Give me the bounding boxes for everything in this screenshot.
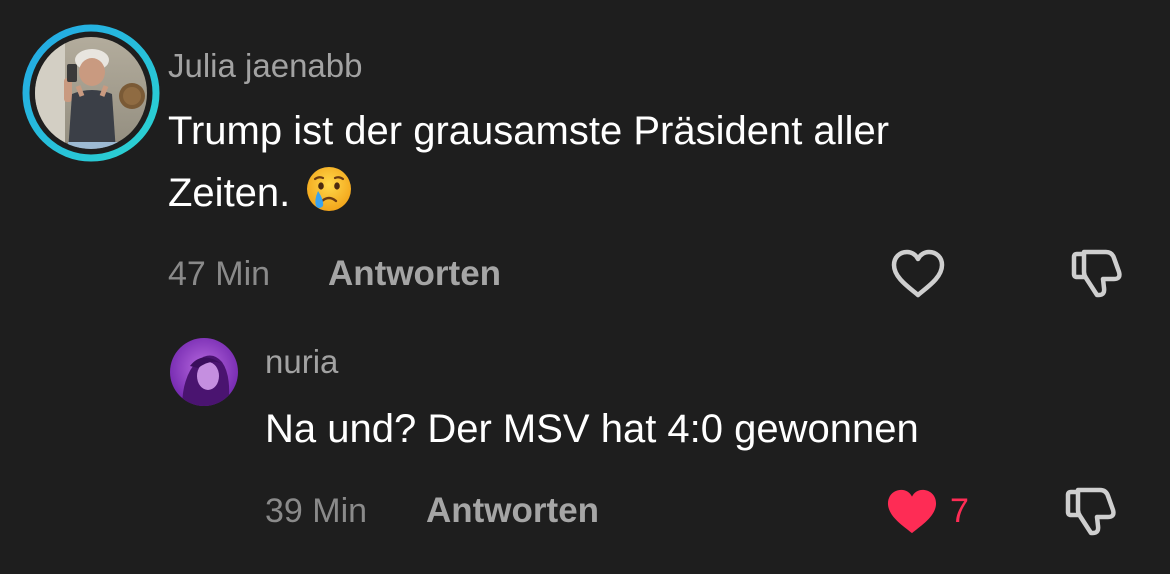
comment-thread: Julia jaenabb Trump ist der grausamste P…: [0, 0, 1170, 574]
thumbs-down-icon[interactable]: [1064, 484, 1118, 538]
heart-outline-icon[interactable]: [890, 248, 946, 300]
thumbs-down-icon[interactable]: [1070, 246, 1124, 300]
reply-text: Na und? Der MSV hat 4:0 gewonnen: [265, 407, 919, 451]
crying-face-emoji-icon: [307, 167, 352, 211]
comment-author[interactable]: Julia jaenabb: [168, 46, 363, 86]
reply-button[interactable]: Antworten: [426, 491, 599, 531]
like-count: 7: [950, 492, 969, 530]
avatar[interactable]: [168, 336, 240, 408]
comment-timestamp: 47 Min: [168, 255, 271, 293]
comment-text: Trump ist der grausamste Präsident aller: [168, 109, 890, 153]
avatar[interactable]: [22, 24, 160, 162]
avatar-image: [170, 338, 238, 406]
reply-timestamp: 39 Min: [265, 492, 368, 530]
reply-button[interactable]: Antworten: [328, 254, 501, 294]
avatar-image: [22, 24, 160, 162]
partial-icon: [1086, 0, 1106, 4]
reply-author[interactable]: nuria: [265, 342, 338, 382]
comment-text-continued: Zeiten.: [168, 162, 354, 224]
comment-text-line2: Zeiten.: [168, 171, 291, 215]
heart-filled-icon[interactable]: [884, 487, 940, 537]
